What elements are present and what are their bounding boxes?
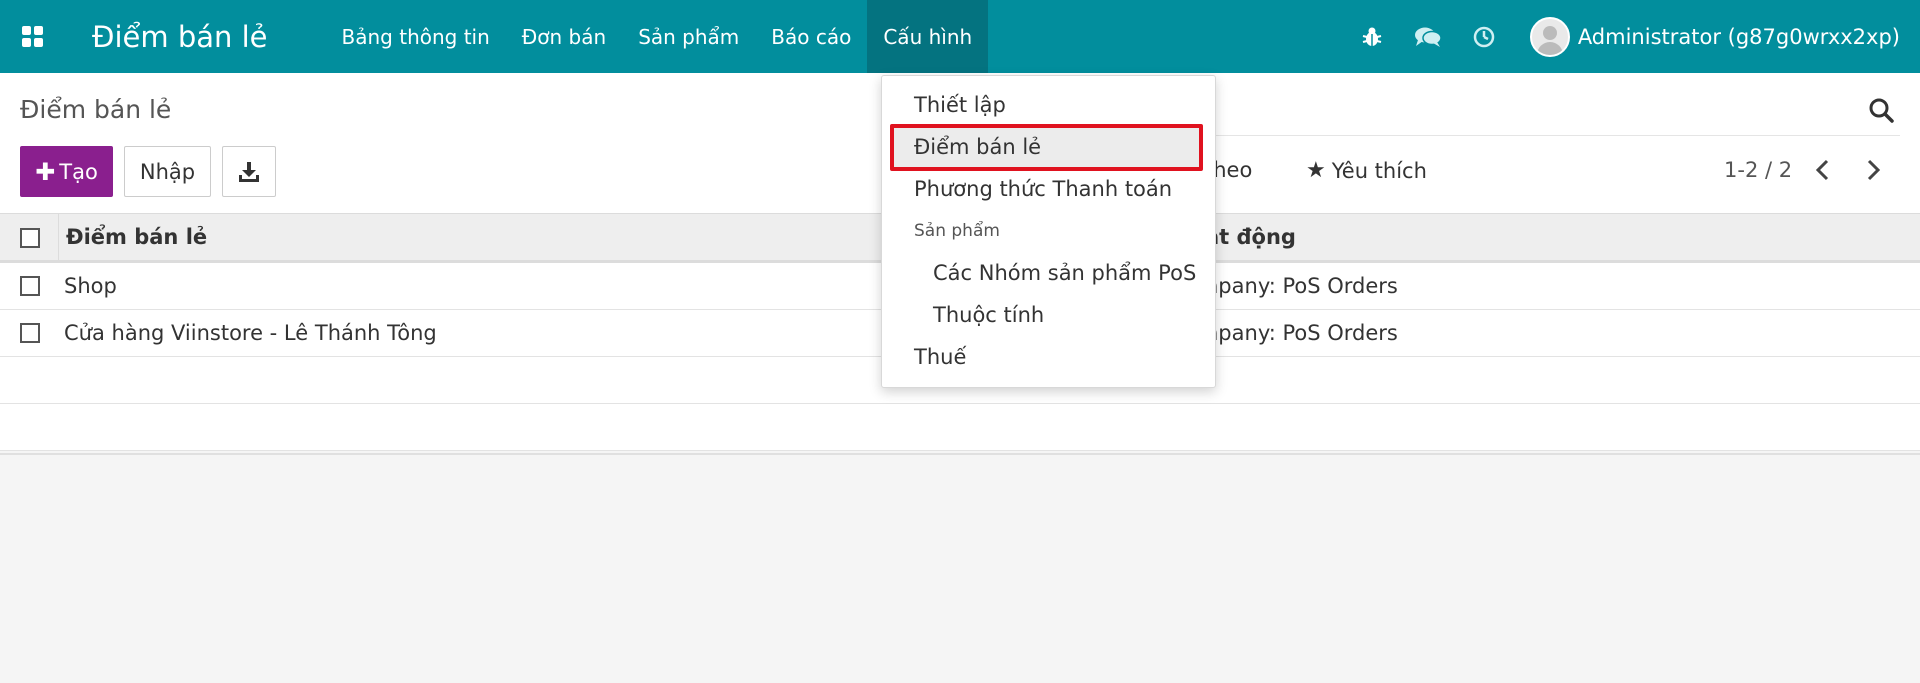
dropdown-item-payment-methods[interactable]: Phương thức Thanh toán <box>914 177 1172 201</box>
search-input[interactable] <box>1190 135 1900 136</box>
app-title[interactable]: Điểm bán lẻ <box>92 20 268 54</box>
apps-menu-button[interactable] <box>0 0 64 73</box>
navbar-systray: Administrator (g87g0wrxx2xp) <box>1344 0 1900 73</box>
pager-next-button[interactable] <box>1862 157 1884 187</box>
chat-icon[interactable] <box>1400 0 1456 73</box>
top-navbar: Điểm bán lẻ Bảng thông tin Đơn bán Sản p… <box>0 0 1920 73</box>
menu-item-dashboard[interactable]: Bảng thông tin <box>326 0 506 73</box>
list-bottom-border <box>0 453 1920 455</box>
chevron-right-icon <box>1867 159 1881 181</box>
menu-item-configuration[interactable]: Cấu hình <box>867 0 989 73</box>
column-header-status[interactable]: ạt động <box>1205 225 1296 249</box>
select-all-checkbox[interactable] <box>20 228 40 248</box>
import-button[interactable]: Nhập <box>124 146 211 197</box>
cell-company: npany: PoS Orders <box>1205 321 1398 345</box>
clock-icon[interactable] <box>1456 0 1512 73</box>
user-name[interactable]: Administrator (g87g0wrxx2xp) <box>1578 25 1900 49</box>
dropdown-item-taxes[interactable]: Thuế <box>914 345 966 369</box>
bug-icon[interactable] <box>1344 0 1400 73</box>
main-menu: Bảng thông tin Đơn bán Sản phẩm Báo cáo … <box>326 0 989 73</box>
menu-item-reports[interactable]: Báo cáo <box>755 0 867 73</box>
dropdown-item-settings[interactable]: Thiết lập <box>914 93 1006 117</box>
user-avatar[interactable] <box>1529 16 1570 57</box>
cell-name: Shop <box>64 274 117 298</box>
download-icon <box>239 161 259 182</box>
column-separator <box>58 214 59 260</box>
menu-item-orders[interactable]: Đơn bán <box>506 0 622 73</box>
create-button[interactable]: ✚ Tạo <box>20 146 113 197</box>
pager-value[interactable]: 1-2 / 2 <box>1724 158 1792 182</box>
row-checkbox[interactable] <box>20 276 40 296</box>
download-button[interactable] <box>222 146 276 197</box>
menu-item-products[interactable]: Sản phẩm <box>622 0 755 73</box>
plus-icon: ✚ <box>35 157 56 186</box>
favorites-toggle[interactable]: ★ Yêu thích <box>1306 158 1427 183</box>
empty-row <box>0 404 1920 451</box>
create-label: Tạo <box>59 159 98 184</box>
configuration-dropdown: Thiết lập Điểm bán lẻ Phương thức Thanh … <box>881 75 1216 388</box>
apps-grid-icon <box>21 26 43 47</box>
cell-name: Cửa hàng Viinstore - Lê Thánh Tông <box>64 321 437 345</box>
dropdown-item-pos-categories[interactable]: Các Nhóm sản phẩm PoS <box>933 261 1196 285</box>
chevron-left-icon <box>1815 159 1829 181</box>
row-checkbox[interactable] <box>20 323 40 343</box>
dropdown-item-point-of-sale[interactable]: Điểm bán lẻ <box>914 135 1041 159</box>
favorites-label: Yêu thích <box>1331 158 1427 183</box>
column-header-name[interactable]: Điểm bán lẻ <box>66 225 207 249</box>
star-icon: ★ <box>1306 158 1326 183</box>
search-icon[interactable] <box>1868 97 1894 127</box>
dropdown-item-attributes[interactable]: Thuộc tính <box>933 303 1044 327</box>
dropdown-section-products: Sản phẩm <box>914 221 1000 241</box>
breadcrumb: Điểm bán lẻ <box>20 95 172 124</box>
pager-previous-button[interactable] <box>1812 157 1834 187</box>
cell-company: npany: PoS Orders <box>1205 274 1398 298</box>
